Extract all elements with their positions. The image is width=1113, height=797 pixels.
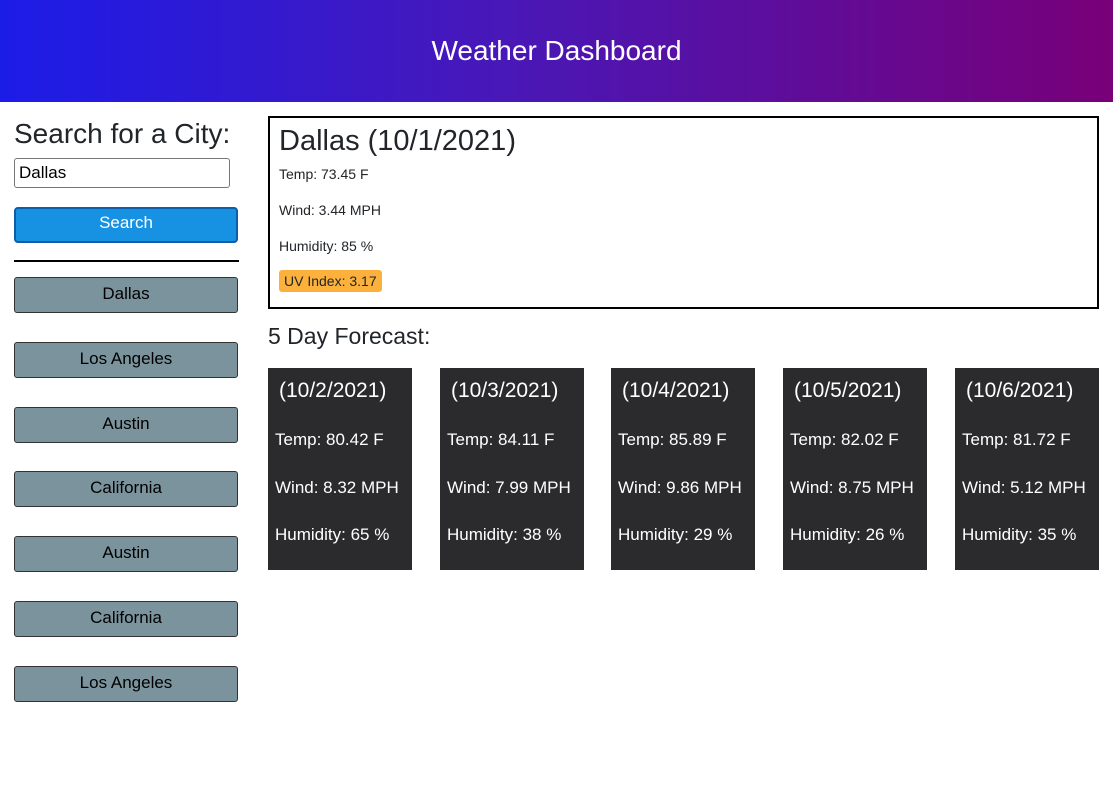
history-item-california[interactable]: California [14, 601, 238, 637]
divider [14, 260, 239, 262]
city-search-input[interactable] [14, 158, 230, 188]
forecast-temp: Temp: 80.42 F [275, 430, 384, 449]
forecast-date: (10/3/2021) [451, 379, 559, 402]
forecast-date: (10/2/2021) [279, 379, 387, 402]
history-item-austin[interactable]: Austin [14, 407, 238, 443]
history-item-dallas[interactable]: Dallas [14, 277, 238, 313]
current-humidity: Humidity: 85 % [279, 238, 374, 254]
history-item-los-angeles[interactable]: Los Angeles [14, 342, 238, 378]
current-wind: Wind: 3.44 MPH [279, 202, 381, 218]
forecast-card: (10/6/2021) Temp: 81.72 F Wind: 5.12 MPH… [955, 368, 1099, 570]
forecast-humidity: Humidity: 29 % [618, 525, 733, 544]
forecast-card: (10/5/2021) Temp: 82.02 F Wind: 8.75 MPH… [783, 368, 927, 570]
uv-index-badge: UV Index: 3.17 [279, 270, 382, 292]
app-header: Weather Dashboard [0, 0, 1113, 102]
forecast-card: (10/2/2021) Temp: 80.42 F Wind: 8.32 MPH… [268, 368, 412, 570]
current-temp: Temp: 73.45 F [279, 166, 369, 182]
current-weather-panel: Dallas (10/1/2021) Temp: 73.45 F Wind: 3… [268, 116, 1099, 309]
forecast-date: (10/5/2021) [794, 379, 902, 402]
forecast-card: (10/4/2021) Temp: 85.89 F Wind: 9.86 MPH… [611, 368, 755, 570]
forecast-humidity: Humidity: 35 % [962, 525, 1077, 544]
forecast-wind: Wind: 9.86 MPH [618, 478, 742, 497]
forecast-wind: Wind: 7.99 MPH [447, 478, 571, 497]
history-item-los-angeles[interactable]: Los Angeles [14, 666, 238, 702]
forecast-date: (10/6/2021) [966, 379, 1074, 402]
forecast-temp: Temp: 82.02 F [790, 430, 899, 449]
forecast-temp: Temp: 84.11 F [447, 430, 555, 449]
forecast-card: (10/3/2021) Temp: 84.11 F Wind: 7.99 MPH… [440, 368, 584, 570]
history-item-california[interactable]: California [14, 471, 238, 507]
search-title: Search for a City: [14, 118, 231, 149]
search-sidebar: Search for a City: Search Dallas Los Ang… [14, 116, 239, 702]
search-button[interactable]: Search [14, 207, 238, 243]
forecast-temp: Temp: 85.89 F [618, 430, 727, 449]
page-title: Weather Dashboard [431, 35, 682, 66]
forecast-wind: Wind: 8.32 MPH [275, 478, 399, 497]
forecast-humidity: Humidity: 38 % [447, 525, 562, 544]
forecast-humidity: Humidity: 65 % [275, 525, 390, 544]
forecast-title: 5 Day Forecast: [268, 323, 431, 349]
forecast-date: (10/4/2021) [622, 379, 730, 402]
forecast-wind: Wind: 8.75 MPH [790, 478, 914, 497]
forecast-humidity: Humidity: 26 % [790, 525, 905, 544]
history-item-austin[interactable]: Austin [14, 536, 238, 572]
forecast-wind: Wind: 5.12 MPH [962, 478, 1086, 497]
forecast-temp: Temp: 81.72 F [962, 430, 1071, 449]
current-city-title: Dallas (10/1/2021) [279, 125, 516, 157]
